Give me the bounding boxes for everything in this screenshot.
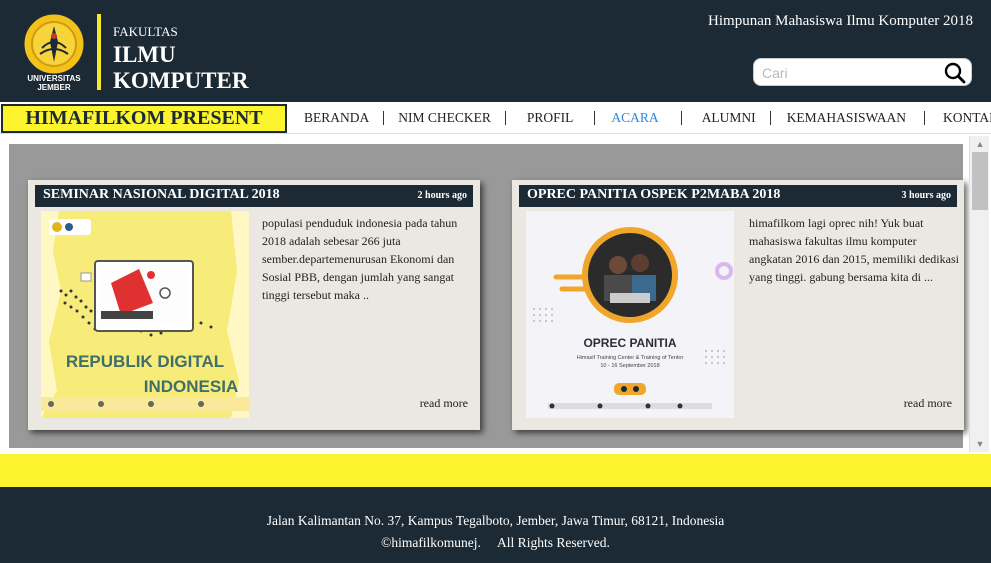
yellow-divider-band — [0, 454, 991, 487]
image-caption-1: REPUBLIK DIGITAL — [66, 352, 224, 371]
site-footer: Jalan Kalimantan No. 37, Kampus Tegalbot… — [0, 487, 991, 563]
card-header: SEMINAR NASIONAL DIGITAL 2018 2 hours ag… — [35, 185, 473, 207]
nav-item-profil[interactable]: PROFIL — [506, 110, 595, 126]
logo-caption: UNIVERSITAS JEMBER — [27, 74, 81, 92]
search-icon[interactable] — [944, 62, 966, 84]
nav-item-acara[interactable]: ACARA — [595, 110, 680, 126]
image-caption-1: OPREC PANITIA — [583, 336, 676, 350]
nav-item-kemahasiswaan[interactable]: KEMAHASISWAAN — [771, 110, 924, 126]
image-caption-3: 10 - 16 September 2018 — [600, 363, 659, 369]
card-timestamp: 3 hours ago — [901, 190, 951, 201]
search-input[interactable] — [762, 63, 942, 83]
card-excerpt: populasi penduduk indonesia pada tahun 2… — [262, 216, 458, 302]
footer-copyright: ©himafilkomunej. All Rights Reserved. — [381, 535, 610, 550]
site-header: UNIVERSITAS JEMBER FAKULTAS ILMU KOMPUTE… — [0, 0, 991, 102]
nav-item-kontak[interactable]: KONTAK — [925, 110, 991, 126]
footer-address: Jalan Kalimantan No. 37, Kampus Tegalbot… — [266, 513, 725, 528]
faculty-name-line1: ILMU — [113, 42, 176, 67]
header-divider — [97, 14, 101, 90]
main-navbar: HIMAFILKOM PRESENT BERANDA NIM CHECKER P… — [0, 102, 991, 134]
vertical-scrollbar[interactable]: ▲ ▼ — [969, 136, 989, 452]
scroll-down-arrow[interactable]: ▼ — [970, 436, 990, 452]
events-panel: SEMINAR NASIONAL DIGITAL 2018 2 hours ag… — [9, 144, 964, 448]
scroll-up-arrow[interactable]: ▲ — [970, 136, 990, 152]
nav-item-nim-checker[interactable]: NIM CHECKER — [384, 110, 505, 126]
organization-title: Himpunan Mahasiswa Ilmu Komputer 2018 — [708, 13, 973, 29]
nav-item-alumni[interactable]: ALUMNI — [682, 110, 770, 126]
faculty-name-line2: KOMPUTER — [113, 68, 249, 93]
search-box[interactable] — [753, 58, 972, 86]
nav-item-beranda[interactable]: BERANDA — [290, 110, 383, 126]
image-caption-2: Himasif Training Center & Training of Te… — [577, 355, 684, 361]
card-header: OPREC PANITIA OSPEK P2MABA 2018 3 hours … — [519, 185, 957, 207]
brand-banner[interactable]: HIMAFILKOM PRESENT — [1, 104, 287, 133]
brand-title: HIMAFILKOM PRESENT — [25, 107, 263, 129]
event-image[interactable]: OPREC PANITIA Himasif Training Center & … — [526, 211, 734, 418]
read-more-link[interactable]: read more — [904, 396, 952, 411]
faculty-label: FAKULTAS — [113, 24, 178, 39]
card-title[interactable]: SEMINAR NASIONAL DIGITAL 2018 — [43, 187, 280, 203]
read-more-link[interactable]: read more — [420, 396, 468, 411]
event-card[interactable]: SEMINAR NASIONAL DIGITAL 2018 2 hours ag… — [28, 180, 480, 430]
card-excerpt: himafilkom lagi oprec nih! Yuk buat maha… — [749, 216, 959, 284]
events-section: SEMINAR NASIONAL DIGITAL 2018 2 hours ag… — [0, 134, 991, 454]
card-timestamp: 2 hours ago — [417, 190, 467, 201]
event-image[interactable]: REPUBLIK DIGITAL INDONESIA — [41, 211, 249, 418]
scroll-thumb[interactable] — [972, 152, 988, 210]
nav-menu: BERANDA NIM CHECKER PROFIL ACARA ALUMNI … — [290, 102, 991, 134]
image-caption-2: INDONESIA — [144, 377, 238, 396]
event-card[interactable]: OPREC PANITIA OSPEK P2MABA 2018 3 hours … — [512, 180, 964, 430]
card-title[interactable]: OPREC PANITIA OSPEK P2MABA 2018 — [527, 187, 780, 203]
faculty-name: ILMU KOMPUTER — [113, 42, 248, 94]
